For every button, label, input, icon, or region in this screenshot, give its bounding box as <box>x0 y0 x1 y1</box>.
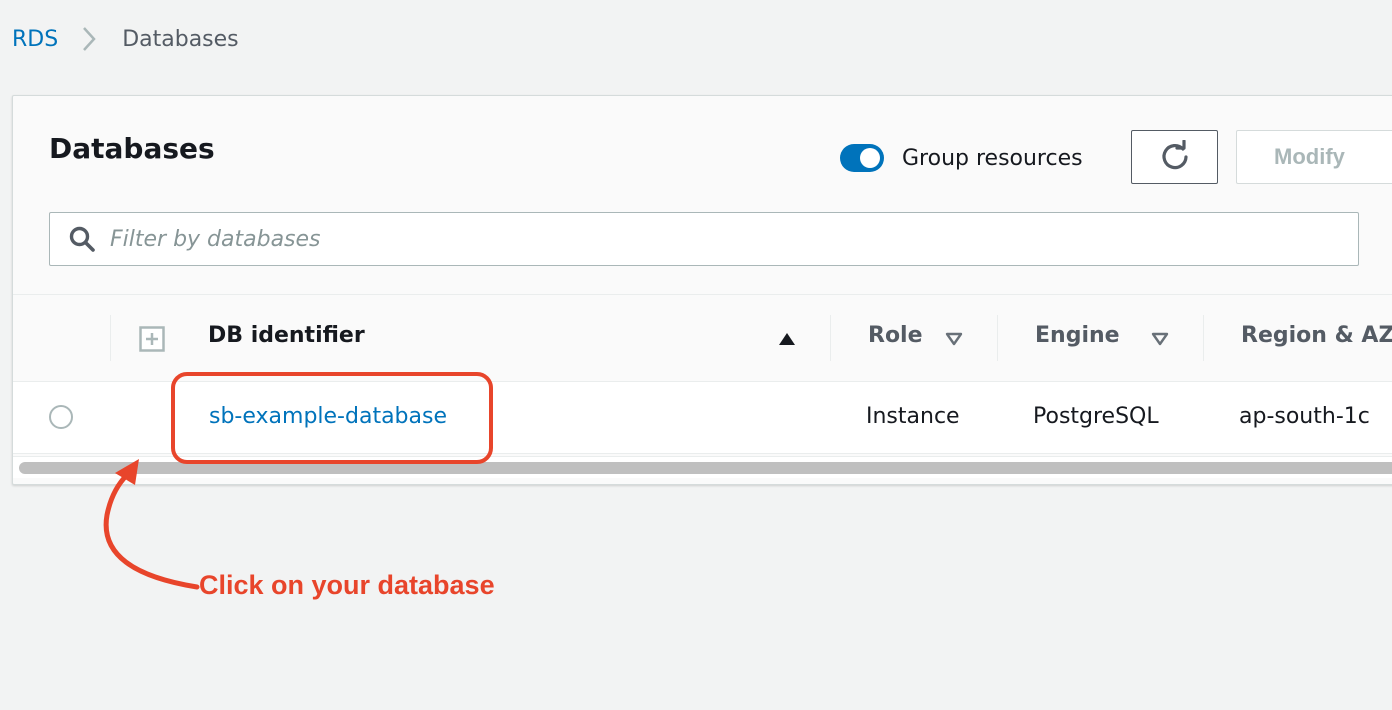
column-header-role[interactable]: Role <box>868 323 923 348</box>
column-divider <box>830 315 831 361</box>
column-header-db-identifier[interactable]: DB identifier <box>208 323 365 348</box>
breadcrumb: RDS Databases <box>12 26 239 52</box>
table-header: DB identifier Role Engine Region & AZ <box>13 294 1392 382</box>
breadcrumb-rds-link[interactable]: RDS <box>12 27 58 52</box>
group-resources-toggle[interactable]: Group resources <box>840 144 1083 172</box>
scrollbar-thumb[interactable] <box>19 462 1392 474</box>
sort-ascending-icon[interactable] <box>778 331 796 350</box>
databases-panel: Databases Group resources Modify Filter … <box>12 95 1392 485</box>
toggle-switch[interactable] <box>840 144 884 172</box>
modify-button[interactable]: Modify <box>1236 130 1392 184</box>
search-icon <box>68 225 96 253</box>
horizontal-scrollbar[interactable] <box>13 456 1392 478</box>
db-identifier-link[interactable]: sb-example-database <box>209 404 447 429</box>
filter-search[interactable] <box>49 212 1359 266</box>
refresh-button[interactable] <box>1131 130 1218 184</box>
expand-all-icon[interactable] <box>139 326 165 356</box>
group-resources-label: Group resources <box>902 145 1083 171</box>
annotation-text: Click on your database <box>199 570 495 600</box>
sort-unsorted-icon[interactable] <box>1151 331 1169 350</box>
sort-unsorted-icon[interactable] <box>945 331 963 350</box>
column-divider <box>110 315 111 361</box>
breadcrumb-current: Databases <box>122 26 239 52</box>
column-header-region-az[interactable]: Region & AZ <box>1241 323 1392 348</box>
refresh-icon <box>1159 138 1191 175</box>
chevron-right-icon <box>82 26 96 52</box>
table-row[interactable]: sb-example-database Instance PostgreSQL … <box>13 382 1392 454</box>
column-divider <box>997 315 998 361</box>
row-select-radio[interactable] <box>49 405 73 429</box>
toggle-knob <box>860 148 880 168</box>
region-az-cell: ap-south-1c <box>1239 404 1370 429</box>
engine-cell: PostgreSQL <box>1033 404 1159 429</box>
search-input[interactable] <box>110 226 1310 252</box>
column-header-engine[interactable]: Engine <box>1035 323 1120 348</box>
page-title: Databases <box>49 132 215 165</box>
role-cell: Instance <box>866 404 960 429</box>
column-divider <box>1203 315 1204 361</box>
